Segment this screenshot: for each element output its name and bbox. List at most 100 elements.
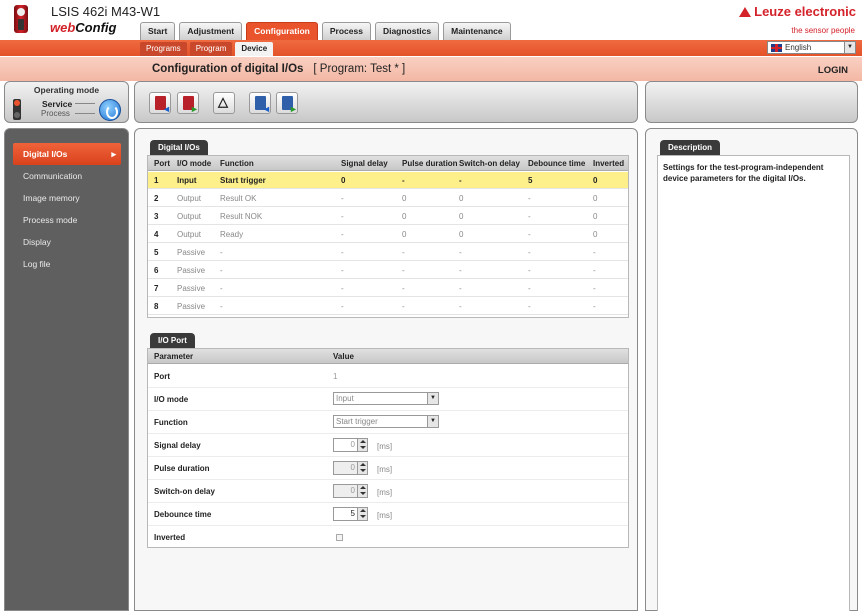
toolbar-panel: [134, 81, 638, 123]
tab-diagnostics[interactable]: Diagnostics: [374, 22, 440, 40]
cell-inverted: -: [593, 248, 596, 257]
recycle-button[interactable]: △: [213, 92, 235, 114]
table-row[interactable]: 8 Passive - - - - - -: [148, 298, 628, 315]
subtab-program[interactable]: Program: [189, 42, 233, 56]
cell-signal-delay: 0: [341, 176, 346, 185]
chevron-down-icon[interactable]: ▼: [427, 393, 438, 404]
tab-adjustment[interactable]: Adjustment: [179, 22, 243, 40]
cell-switch-on-delay: -: [459, 176, 462, 185]
unit-label: [ms]: [377, 465, 393, 474]
param-label: Inverted: [154, 533, 186, 542]
inverted-checkbox[interactable]: [336, 534, 343, 541]
function-value: Start trigger: [336, 417, 378, 426]
param-label: Switch-on delay: [154, 487, 215, 496]
sidebar-item-communication[interactable]: Communication: [13, 165, 121, 187]
table-row[interactable]: 1 Input Start trigger 0 - - 5 0: [148, 172, 628, 189]
switch-on-delay-stepper[interactable]: 0: [333, 484, 368, 498]
page-title-text: Configuration of digital I/Os: [152, 63, 304, 75]
cell-function: Start trigger: [220, 176, 266, 185]
param-row-function: Function Start trigger ▼: [148, 411, 628, 434]
unit-label: [ms]: [377, 442, 393, 451]
arrow-in-icon: ◄: [162, 104, 171, 114]
table-row[interactable]: 7 Passive - - - - - -: [148, 280, 628, 297]
cell-pulse-duration: -: [402, 302, 405, 311]
cell-switch-on-delay: -: [459, 284, 462, 293]
uk-flag-icon: [771, 44, 782, 52]
app-logo: webConfig: [50, 20, 116, 35]
cell-inverted: -: [593, 284, 596, 293]
tab-start[interactable]: Start: [140, 22, 176, 40]
debounce-time-stepper[interactable]: 5: [333, 507, 368, 521]
param-row-pulse-duration: Pulse duration 0 [ms]: [148, 457, 628, 480]
cell-io-mode: Output: [177, 212, 202, 221]
arrow-in-icon: ◄: [262, 104, 271, 114]
table-row[interactable]: 2 Output Result OK - 0 0 - 0: [148, 190, 628, 207]
app-logo-config: Config: [75, 20, 117, 35]
brand-name: Leuze electronic: [754, 4, 856, 19]
chevron-down-icon[interactable]: ▼: [427, 416, 438, 427]
cell-function: -: [220, 266, 223, 275]
param-row-io-mode: I/O mode Input ▼: [148, 388, 628, 411]
table-header: Port I/O mode Function Signal delay Puls…: [148, 156, 628, 171]
cell-port: 8: [154, 302, 159, 311]
load-from-device-button[interactable]: ◄: [149, 92, 171, 114]
cell-debounce-time: -: [528, 212, 531, 221]
tab-description[interactable]: Description: [660, 140, 721, 155]
col-function: Function: [220, 159, 254, 168]
pulse-duration-stepper[interactable]: 0: [333, 461, 368, 475]
col-parameter: Parameter: [154, 352, 194, 361]
stepper-arrows-icon[interactable]: [357, 439, 367, 451]
cell-io-mode: Output: [177, 194, 202, 203]
mode-switch-button[interactable]: [99, 99, 121, 121]
cell-io-mode: Passive: [177, 284, 206, 293]
cell-switch-on-delay: -: [459, 248, 462, 257]
tab-configuration[interactable]: Configuration: [246, 22, 318, 40]
load-from-pc-button[interactable]: ◄: [249, 92, 271, 114]
io-mode-select[interactable]: Input ▼: [333, 392, 439, 405]
cell-debounce-time: -: [528, 284, 531, 293]
signal-delay-value: 0: [350, 440, 355, 449]
chevron-down-icon[interactable]: ▼: [844, 42, 855, 53]
sidebar-item-display[interactable]: Display: [13, 231, 121, 253]
tab-maintenance[interactable]: Maintenance: [443, 22, 511, 40]
table-row[interactable]: 4 Output Ready - 0 0 - 0: [148, 226, 628, 243]
sensor-device-icon: [14, 5, 28, 33]
table-row[interactable]: 5 Passive - - - - - -: [148, 244, 628, 261]
program-indicator: [ Program: Test * ]: [313, 63, 406, 75]
stepper-arrows-icon[interactable]: [357, 462, 367, 474]
cell-io-mode: Passive: [177, 266, 206, 275]
sidebar-item-log-file[interactable]: Log file: [13, 253, 121, 275]
stepper-arrows-icon[interactable]: [357, 508, 367, 520]
unit-label: [ms]: [377, 488, 393, 497]
signal-delay-stepper[interactable]: 0: [333, 438, 368, 452]
cell-inverted: 0: [593, 176, 598, 185]
table-row[interactable]: 3 Output Result NOK - 0 0 - 0: [148, 208, 628, 225]
col-io-mode: I/O mode: [177, 159, 212, 168]
cell-signal-delay: -: [341, 212, 344, 221]
tab-process[interactable]: Process: [321, 22, 371, 40]
stepper-arrows-icon[interactable]: [357, 485, 367, 497]
login-link[interactable]: LOGIN: [818, 65, 848, 76]
col-pulse-duration: Pulse duration: [402, 159, 458, 168]
subtab-device[interactable]: Device: [235, 42, 274, 56]
sidebar-item-image-memory[interactable]: Image memory: [13, 187, 121, 209]
switch-on-delay-value: 0: [350, 486, 355, 495]
sidebar-item-process-mode[interactable]: Process mode: [13, 209, 121, 231]
cell-port: 3: [154, 212, 159, 221]
table-row[interactable]: 6 Passive - - - - - -: [148, 262, 628, 279]
language-select[interactable]: English ▼: [767, 41, 856, 54]
cell-port: 6: [154, 266, 159, 275]
subtab-programs[interactable]: Programs: [140, 42, 187, 56]
recycle-icon: △: [218, 94, 228, 109]
tab-digital-ios[interactable]: Digital I/Os: [150, 140, 208, 155]
title-bar: [0, 57, 862, 81]
tab-io-port[interactable]: I/O Port: [150, 333, 195, 348]
save-to-pc-button[interactable]: ►: [276, 92, 298, 114]
sub-navigation-bar: [0, 40, 862, 56]
sidebar-item-digital-ios[interactable]: Digital I/Os: [13, 143, 121, 165]
function-select[interactable]: Start trigger ▼: [333, 415, 439, 428]
cell-signal-delay: -: [341, 266, 344, 275]
cell-switch-on-delay: 0: [459, 194, 464, 203]
save-to-device-button[interactable]: ►: [177, 92, 199, 114]
sub-tabs: Programs Program Device: [140, 42, 274, 56]
